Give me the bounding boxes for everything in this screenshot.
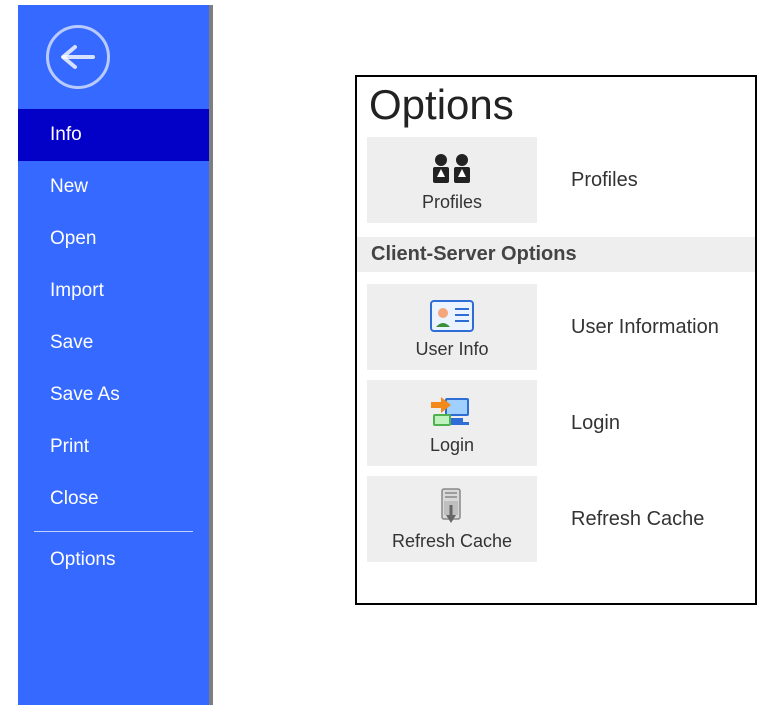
label-login: Login — [571, 412, 620, 435]
tile-login-caption: Login — [430, 435, 474, 456]
refresh-cache-icon — [432, 487, 472, 529]
menu-item-import[interactable]: Import — [18, 265, 209, 317]
login-icon — [427, 391, 477, 433]
label-refreshcache: Refresh Cache — [571, 508, 704, 531]
label-userinfo: User Information — [571, 316, 719, 339]
user-info-icon — [429, 295, 475, 337]
menu-item-open[interactable]: Open — [18, 213, 209, 265]
tile-refreshcache-caption: Refresh Cache — [392, 531, 512, 552]
tile-userinfo[interactable]: User Info — [367, 284, 537, 370]
section-header-client-server: Client-Server Options — [357, 237, 755, 272]
tile-userinfo-caption: User Info — [415, 339, 488, 360]
menu-item-print[interactable]: Print — [18, 421, 209, 473]
backstage-menu: Info New Open Import Save Save As Print … — [18, 109, 209, 586]
menu-item-close[interactable]: Close — [18, 473, 209, 525]
back-arrow-icon — [61, 45, 95, 69]
tile-login[interactable]: Login — [367, 380, 537, 466]
panel-title: Options — [369, 81, 755, 129]
option-row-refreshcache: Refresh Cache Refresh Cache — [357, 476, 755, 562]
menu-item-save[interactable]: Save — [18, 317, 209, 369]
label-profiles: Profiles — [571, 169, 638, 192]
tile-refreshcache[interactable]: Refresh Cache — [367, 476, 537, 562]
options-panel: Options Profiles Profiles — [355, 75, 757, 605]
menu-item-saveas[interactable]: Save As — [18, 369, 209, 421]
menu-item-info[interactable]: Info — [18, 109, 209, 161]
profiles-icon — [426, 148, 478, 190]
backstage-sidebar: Info New Open Import Save Save As Print … — [18, 5, 213, 705]
option-row-userinfo: User Info User Information — [357, 284, 755, 370]
tile-profiles[interactable]: Profiles — [367, 137, 537, 223]
option-row-profiles: Profiles Profiles — [357, 137, 755, 223]
menu-item-options[interactable]: Options — [18, 534, 209, 586]
tile-profiles-caption: Profiles — [422, 192, 482, 213]
option-row-login: Login Login — [357, 380, 755, 466]
back-button[interactable] — [46, 25, 110, 89]
menu-item-new[interactable]: New — [18, 161, 209, 213]
menu-separator — [34, 531, 193, 532]
